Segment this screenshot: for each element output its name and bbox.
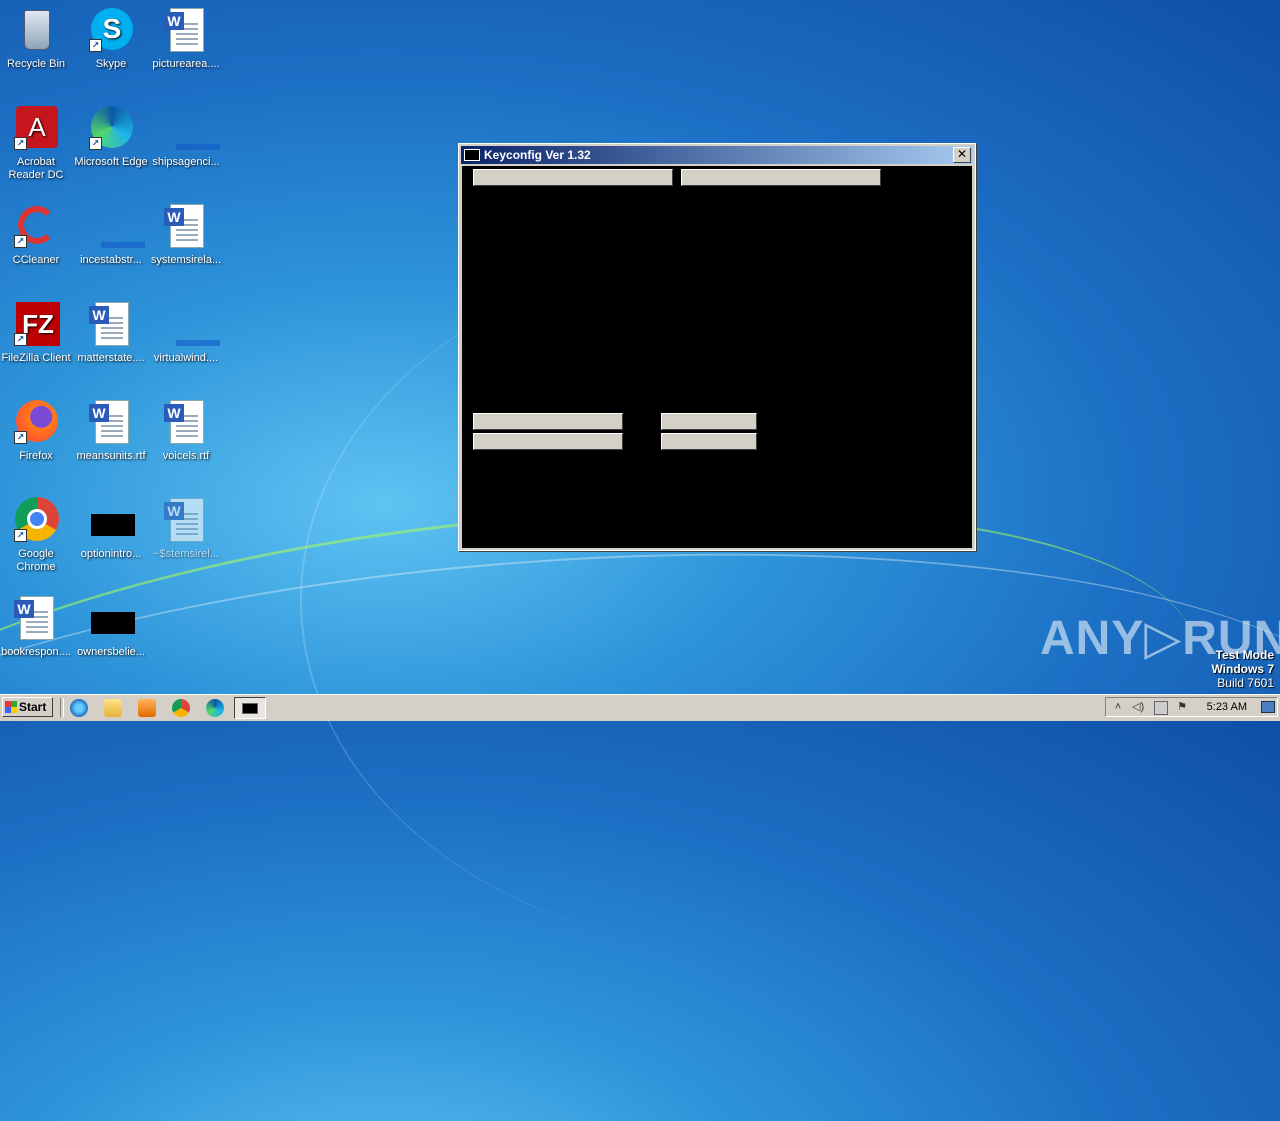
desktop-icon-acrobat[interactable]: A ↗ Acrobat Reader DC	[0, 104, 74, 182]
desktop-icon-edge[interactable]: ↗ Microsoft Edge	[73, 104, 149, 169]
window-title: Keyconfig Ver 1.32	[484, 148, 591, 162]
chrome-icon: ↗	[12, 496, 60, 544]
firefox-icon: ↗	[12, 398, 60, 446]
desktop-icon-filezilla[interactable]: FZ ↗ FileZilla Client	[0, 300, 74, 365]
edge-icon: ↗	[87, 104, 135, 152]
system-tray: ˄ ◁) ⚑ 5:23 AM	[1105, 697, 1278, 717]
word-document-icon: W	[162, 398, 210, 446]
config-button[interactable]	[473, 433, 623, 450]
clock[interactable]: 5:23 AM	[1207, 701, 1247, 713]
edge-icon[interactable]	[206, 699, 224, 717]
skype-icon: S ↗	[87, 6, 135, 54]
test-mode-label: Test Mode	[1215, 648, 1274, 662]
word-document-icon: W	[162, 6, 210, 54]
config-button[interactable]	[661, 433, 757, 450]
close-button[interactable]: ✕	[953, 147, 971, 163]
show-desktop-icon[interactable]	[1261, 701, 1275, 713]
window-titlebar[interactable]: Keyconfig Ver 1.32 ✕	[461, 146, 973, 164]
config-button[interactable]	[473, 169, 673, 186]
word-document-icon: W	[162, 202, 210, 250]
taskbar-item-keyconfig[interactable]	[234, 697, 266, 719]
config-button[interactable]	[661, 413, 757, 430]
config-button[interactable]	[681, 169, 881, 186]
file-icon	[87, 202, 145, 250]
desktop-icon-doc[interactable]: W matterstate....	[73, 300, 149, 365]
os-name-label: Windows 7	[1211, 662, 1274, 676]
acrobat-icon: A ↗	[12, 104, 60, 152]
taskbar-separator	[60, 698, 64, 717]
action-center-flag-icon[interactable]: ⚑	[1176, 701, 1188, 713]
file-explorer-icon[interactable]	[104, 699, 122, 717]
desktop-icon-doc[interactable]: W picturearea....	[148, 6, 224, 71]
keyconfig-app-icon	[242, 703, 258, 714]
windows-logo-icon	[5, 701, 17, 713]
word-document-icon: W	[162, 496, 210, 544]
speaker-icon[interactable]: ◁)	[1132, 701, 1144, 713]
desktop-icon-file[interactable]: shipsagenci...	[148, 104, 224, 169]
desktop-icon-file[interactable]: virtualwind....	[148, 300, 224, 365]
desktop-icon-file[interactable]: incestabstr...	[73, 202, 149, 267]
keyconfig-window[interactable]: Keyconfig Ver 1.32 ✕	[458, 143, 976, 551]
desktop-icon-doc[interactable]: W ~$stemsirel...	[148, 496, 224, 561]
network-icon[interactable]	[1154, 701, 1168, 715]
word-document-icon: W	[87, 300, 135, 348]
black-file-icon	[87, 594, 135, 642]
recycle-bin-icon	[12, 6, 60, 54]
app-icon	[464, 149, 480, 161]
word-document-icon: W	[87, 398, 135, 446]
window-client-area	[462, 166, 972, 548]
media-player-icon[interactable]	[138, 699, 156, 717]
desktop-icon-doc[interactable]: W bookrespon....	[0, 594, 74, 659]
desktop-icon-doc[interactable]: W voicels.rtf	[148, 398, 224, 463]
file-icon	[162, 104, 220, 152]
chrome-icon[interactable]	[172, 699, 190, 717]
desktop-icon-doc[interactable]: W meansunits.rtf	[73, 398, 149, 463]
desktop-icon-firefox[interactable]: ↗ Firefox	[0, 398, 74, 463]
taskbar: Start ˄ ◁) ⚑ 5:23 AM	[0, 694, 1280, 721]
file-icon	[162, 300, 220, 348]
build-label: Build 7601	[1217, 676, 1274, 690]
os-info: Test Mode Windows 7 Build 7601	[1211, 648, 1274, 690]
show-hidden-icons-icon[interactable]: ˄	[1112, 701, 1124, 713]
desktop-icon-recycle-bin[interactable]: Recycle Bin	[0, 6, 74, 71]
word-document-icon: W	[12, 594, 60, 642]
desktop-icon-chrome[interactable]: ↗ Google Chrome	[0, 496, 74, 574]
internet-explorer-icon[interactable]	[70, 699, 88, 717]
desktop-icon-file[interactable]: ownersbelie...	[73, 594, 149, 659]
filezilla-icon: FZ ↗	[12, 300, 60, 348]
ccleaner-icon: ↗	[12, 202, 60, 250]
desktop-icon-file[interactable]: optionintro...	[73, 496, 149, 561]
start-button[interactable]: Start	[2, 697, 53, 717]
desktop-icon-ccleaner[interactable]: ↗ CCleaner	[0, 202, 74, 267]
start-label: Start	[19, 700, 47, 714]
desktop-icon-skype[interactable]: S ↗ Skype	[73, 6, 149, 71]
desktop-icon-doc[interactable]: W systemsirela...	[148, 202, 224, 267]
black-file-icon	[87, 496, 135, 544]
config-button[interactable]	[473, 413, 623, 430]
